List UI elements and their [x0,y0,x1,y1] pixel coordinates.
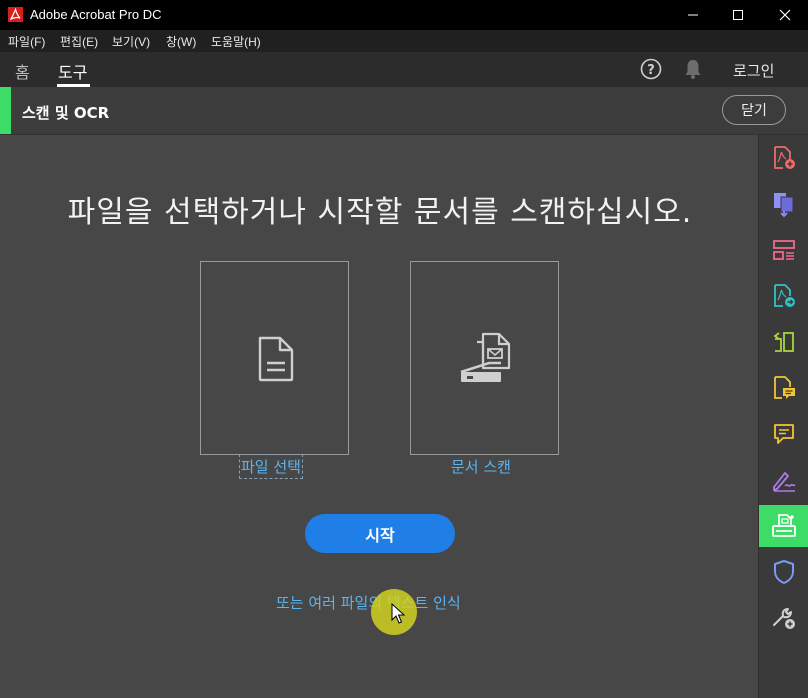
help-icon[interactable]: ? [640,58,662,80]
acrobat-window: Adobe Acrobat Pro DC 파일(F) 편집(E) 보기(V) 창… [0,0,808,698]
protect-icon [774,560,794,584]
maximize-icon [733,10,743,20]
page-heading: 파일을 선택하거나 시작할 문서를 스캔하십시오. [67,195,693,230]
comment-file-icon [774,376,795,399]
menu-bar: 파일(F) 편집(E) 보기(V) 창(W) 도움말(H) [0,30,808,52]
create-pdf-icon [774,146,795,169]
minimize-icon [688,14,698,16]
title-bar: Adobe Acrobat Pro DC [0,0,808,30]
menu-help[interactable]: 도움말(H) [211,33,261,50]
tab-tools[interactable]: 도구 [58,59,87,83]
organize-pages-icon [773,240,795,260]
edit-pdf-icon [773,332,794,352]
close-window-button[interactable] [762,0,808,30]
menu-file[interactable]: 파일(F) [8,33,45,50]
organize-pages-tool[interactable] [759,229,808,271]
scanner-icon [460,332,511,382]
more-tools-tool[interactable] [759,597,808,639]
tool-header: 스캔 및 OCR 닫기 [0,87,808,135]
minimize-button[interactable] [670,0,716,30]
more-tools-icon [773,608,795,629]
window-title: Adobe Acrobat Pro DC [30,7,162,22]
right-tools-panel [758,135,808,698]
select-file-card[interactable] [200,261,349,455]
menu-window[interactable]: 창(W) [166,33,196,50]
protect-tool[interactable] [759,551,808,593]
scan-document-card[interactable] [410,261,559,455]
export-pdf-icon [774,284,795,307]
main-content: 파일을 선택하거나 시작할 문서를 스캔하십시오. 파일 선택 문서 스캔 시작… [0,135,758,698]
menu-view[interactable]: 보기(V) [112,33,150,50]
combine-files-tool[interactable] [759,183,808,225]
tab-home[interactable]: 홈 [15,59,30,83]
maximize-button[interactable] [715,0,761,30]
document-icon [258,336,294,382]
comment-icon [774,424,794,444]
comment-file-tool[interactable] [759,367,808,409]
scan-ocr-icon [772,514,796,537]
tool-title: 스캔 및 OCR [22,104,110,122]
scan-document-link[interactable]: 문서 스캔 [451,456,511,477]
fill-sign-tool[interactable] [759,459,808,501]
svg-text:?: ? [647,63,655,78]
mouse-cursor-icon [391,603,405,624]
menu-edit[interactable]: 편집(E) [60,33,98,50]
select-file-link[interactable]: 파일 선택 [239,454,303,479]
login-link[interactable]: 로그인 [733,60,774,81]
acrobat-logo-icon [8,7,23,22]
combine-files-icon [774,193,794,217]
edit-pdf-tool[interactable] [759,321,808,363]
close-icon [779,9,791,21]
fill-sign-icon [773,472,796,492]
scan-ocr-tool[interactable] [759,505,808,547]
export-pdf-tool[interactable] [759,275,808,317]
notification-bell-icon[interactable] [682,58,704,80]
nav-bar: 홈 도구 ? 로그인 [0,52,808,87]
close-tool-button[interactable]: 닫기 [722,95,786,125]
create-pdf-tool[interactable] [759,137,808,179]
recognize-text-multiple-files-link[interactable]: 또는 여러 파일의 텍스트 인식 [276,592,461,613]
tool-accent-bar [0,87,11,134]
comment-tool[interactable] [759,413,808,455]
start-button[interactable]: 시작 [305,514,455,553]
